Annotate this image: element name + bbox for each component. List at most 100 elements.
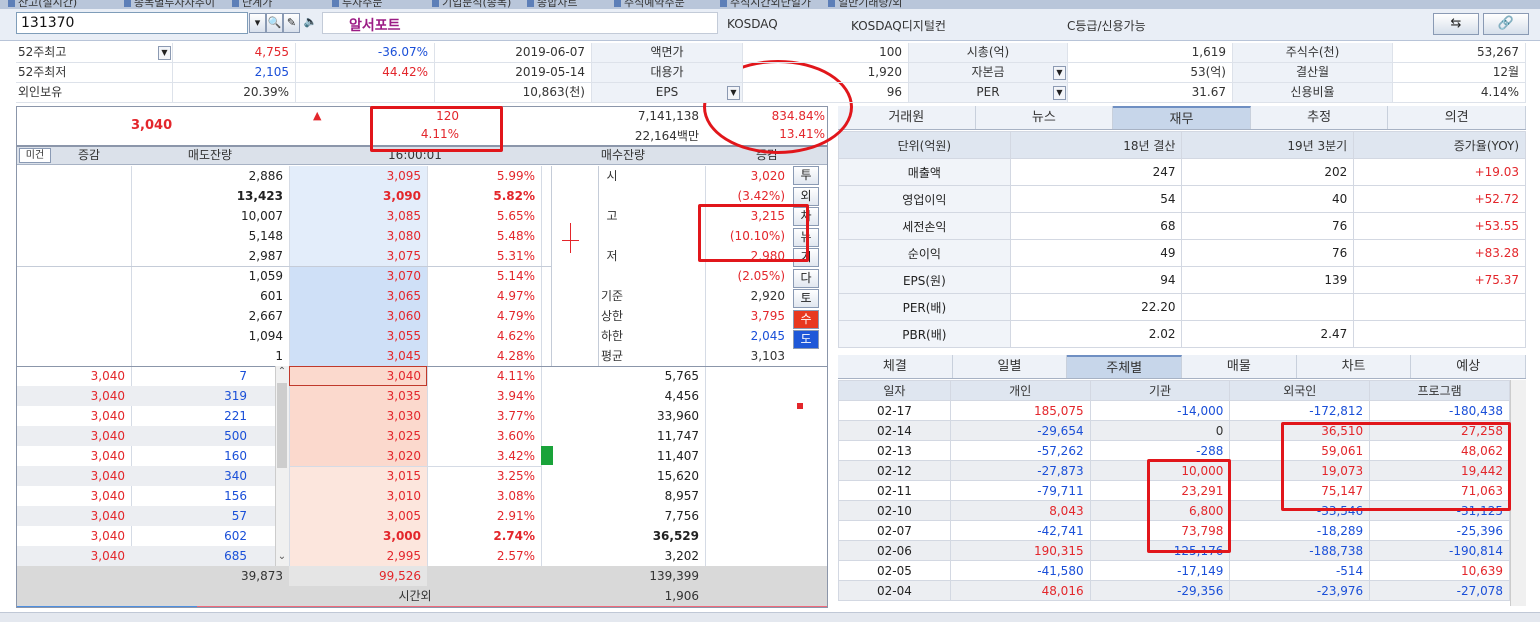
trade-price: 3,040 xyxy=(90,389,125,403)
fin-tab[interactable]: 재무 xyxy=(1113,106,1251,129)
trade-price: 3,040 xyxy=(90,489,125,503)
fin-cell: 247 xyxy=(1009,158,1183,186)
search-icon[interactable]: 🔍 xyxy=(266,13,283,33)
volume-marker xyxy=(541,446,553,465)
investor-tab[interactable]: 매물 xyxy=(1182,355,1297,378)
up-arrow-icon: ▲ xyxy=(313,109,322,122)
bid-price[interactable]: 3,035 xyxy=(289,386,427,406)
trade-price: 3,040 xyxy=(90,449,125,463)
bottom-bar-blue xyxy=(17,606,197,607)
fin-cell: +75.37 xyxy=(1353,266,1526,294)
tool-icon[interactable]: ✎ xyxy=(283,13,300,33)
bid-pct: 3.25% xyxy=(496,469,535,483)
link-button[interactable]: 🔗 xyxy=(1483,13,1529,35)
side-button[interactable]: 다 xyxy=(793,268,819,288)
stock-code-input[interactable]: 131370 xyxy=(16,12,248,34)
trade-qty: 7 xyxy=(239,369,247,383)
ask-price[interactable]: 3,055 xyxy=(289,326,427,346)
fin-row: EPS(원) 94 139 +75.37 xyxy=(838,266,1526,294)
window-tab[interactable]: 단계가 xyxy=(230,0,272,9)
fin-header: 19년 3분기 xyxy=(1181,131,1355,159)
chart-line xyxy=(598,166,599,366)
bid-price[interactable]: 3,040 xyxy=(289,366,427,386)
window-tab[interactable]: 주식예약주문 xyxy=(612,0,685,9)
window-tab[interactable]: 투자주문 xyxy=(330,0,382,9)
investor-tab[interactable]: 주체별 xyxy=(1067,355,1183,378)
bid-qty: 15,620 xyxy=(657,469,699,483)
investor-tab[interactable]: 체결 xyxy=(838,355,953,378)
speaker-icon[interactable]: 🔈 xyxy=(302,13,319,33)
ask-price[interactable]: 3,090 xyxy=(289,186,427,206)
ask-price[interactable]: 3,085 xyxy=(289,206,427,226)
bid-pct: 2.57% xyxy=(496,549,535,563)
inv-cell: 02-14 xyxy=(838,420,951,441)
dropdown-icon[interactable]: ▼ xyxy=(158,46,171,60)
investor-scrollbar[interactable] xyxy=(1510,380,1526,606)
inv-header: 프로그램 xyxy=(1369,380,1510,401)
investor-tab[interactable]: 예상 xyxy=(1411,355,1527,378)
inv-cell: 02-13 xyxy=(838,440,951,461)
bid-price[interactable]: 3,025 xyxy=(289,426,427,446)
side-button[interactable]: 도 xyxy=(793,330,819,349)
stat-label: 고 xyxy=(606,209,618,223)
ask-price[interactable]: 3,070 xyxy=(289,266,427,286)
fin-header: 18년 결산 xyxy=(1009,131,1183,159)
bid-price[interactable]: 3,000 xyxy=(289,526,427,546)
bid-price[interactable]: 3,005 xyxy=(289,506,427,526)
fin-tab[interactable]: 거래원 xyxy=(838,106,976,129)
dropdown-icon[interactable]: ▼ xyxy=(1053,86,1066,100)
inv-row[interactable]: 02-17 185,075 -14,000 -172,812 -180,438 xyxy=(838,400,1510,421)
info-l1-0[interactable]: 52주최고 xyxy=(16,43,173,63)
inv-row[interactable]: 02-05 -41,580 -17,149 -514 10,639 xyxy=(838,560,1510,581)
bid-price[interactable]: 3,030 xyxy=(289,406,427,426)
swap-button[interactable]: ⇆ xyxy=(1433,13,1479,35)
trade-price: 3,040 xyxy=(90,509,125,523)
ask-pct: 5.14% xyxy=(496,269,535,283)
fin-row: PER(배) 22.20 xyxy=(838,293,1526,321)
ask-price[interactable]: 3,075 xyxy=(289,246,427,266)
window-tab[interactable]: 주식시간외단일가 xyxy=(718,0,811,9)
window-tab[interactable]: 종합차트 xyxy=(525,0,577,9)
trade-qty: 500 xyxy=(224,429,247,443)
inv-cell: 185,075 xyxy=(949,400,1091,421)
bid-price[interactable]: 2,995 xyxy=(289,546,427,566)
side-button[interactable]: 투 xyxy=(793,166,819,185)
scroll-down-icon[interactable]: ⌄ xyxy=(275,551,289,565)
bid-price[interactable]: 3,020 xyxy=(289,446,427,466)
stat-label: 상한 xyxy=(600,309,624,323)
ask-price[interactable]: 3,045 xyxy=(289,346,427,366)
dropdown-icon[interactable]: ▾ xyxy=(249,13,266,33)
info-v2-1: 1,920 xyxy=(743,63,909,83)
dropdown-icon[interactable]: ▼ xyxy=(1053,66,1066,80)
info-p1-1: 44.42% xyxy=(296,63,435,83)
side-button[interactable]: 수 xyxy=(793,309,819,329)
side-button[interactable]: 토 xyxy=(793,289,819,308)
ask-price[interactable]: 3,095 xyxy=(289,166,427,186)
window-tab[interactable]: 일반기래량/외 xyxy=(826,0,902,9)
investor-tab[interactable]: 일별 xyxy=(953,355,1068,378)
ask-price[interactable]: 3,065 xyxy=(289,286,427,306)
investor-tab[interactable]: 차트 xyxy=(1297,355,1412,378)
ask-price[interactable]: 3,080 xyxy=(289,226,427,246)
ask-price[interactable]: 3,060 xyxy=(289,306,427,326)
mode-button[interactable]: 미건 xyxy=(19,148,51,163)
scroll-thumb[interactable] xyxy=(277,383,287,468)
bid-qty: 8,957 xyxy=(664,489,699,503)
ask-pct: 5.99% xyxy=(496,169,535,183)
side-button[interactable]: 외 xyxy=(793,186,819,206)
info-v3-1: 53(억) xyxy=(1068,63,1233,83)
window-tab[interactable]: 종목별투자자추이 xyxy=(122,0,215,9)
fin-tab[interactable]: 추정 xyxy=(1251,106,1389,129)
window-tab[interactable]: 기업분석(종목) xyxy=(430,0,511,9)
scroll-up-icon[interactable]: ⌃ xyxy=(275,366,289,380)
bid-price[interactable]: 3,010 xyxy=(289,486,427,506)
dropdown-icon[interactable]: ▼ xyxy=(727,86,740,100)
info-l3-1: 자본금 xyxy=(909,63,1068,83)
inv-row[interactable]: 02-04 48,016 -29,356 -23,976 -27,078 xyxy=(838,580,1510,601)
fin-tab[interactable]: 의견 xyxy=(1388,106,1526,129)
window-tab[interactable]: 잔고(실시간) xyxy=(6,0,77,9)
inv-cell: 02-17 xyxy=(838,400,951,421)
info-d1-1: 2019-05-14 xyxy=(435,63,592,83)
fin-tab[interactable]: 뉴스 xyxy=(976,106,1114,129)
bid-price[interactable]: 3,015 xyxy=(289,466,427,486)
